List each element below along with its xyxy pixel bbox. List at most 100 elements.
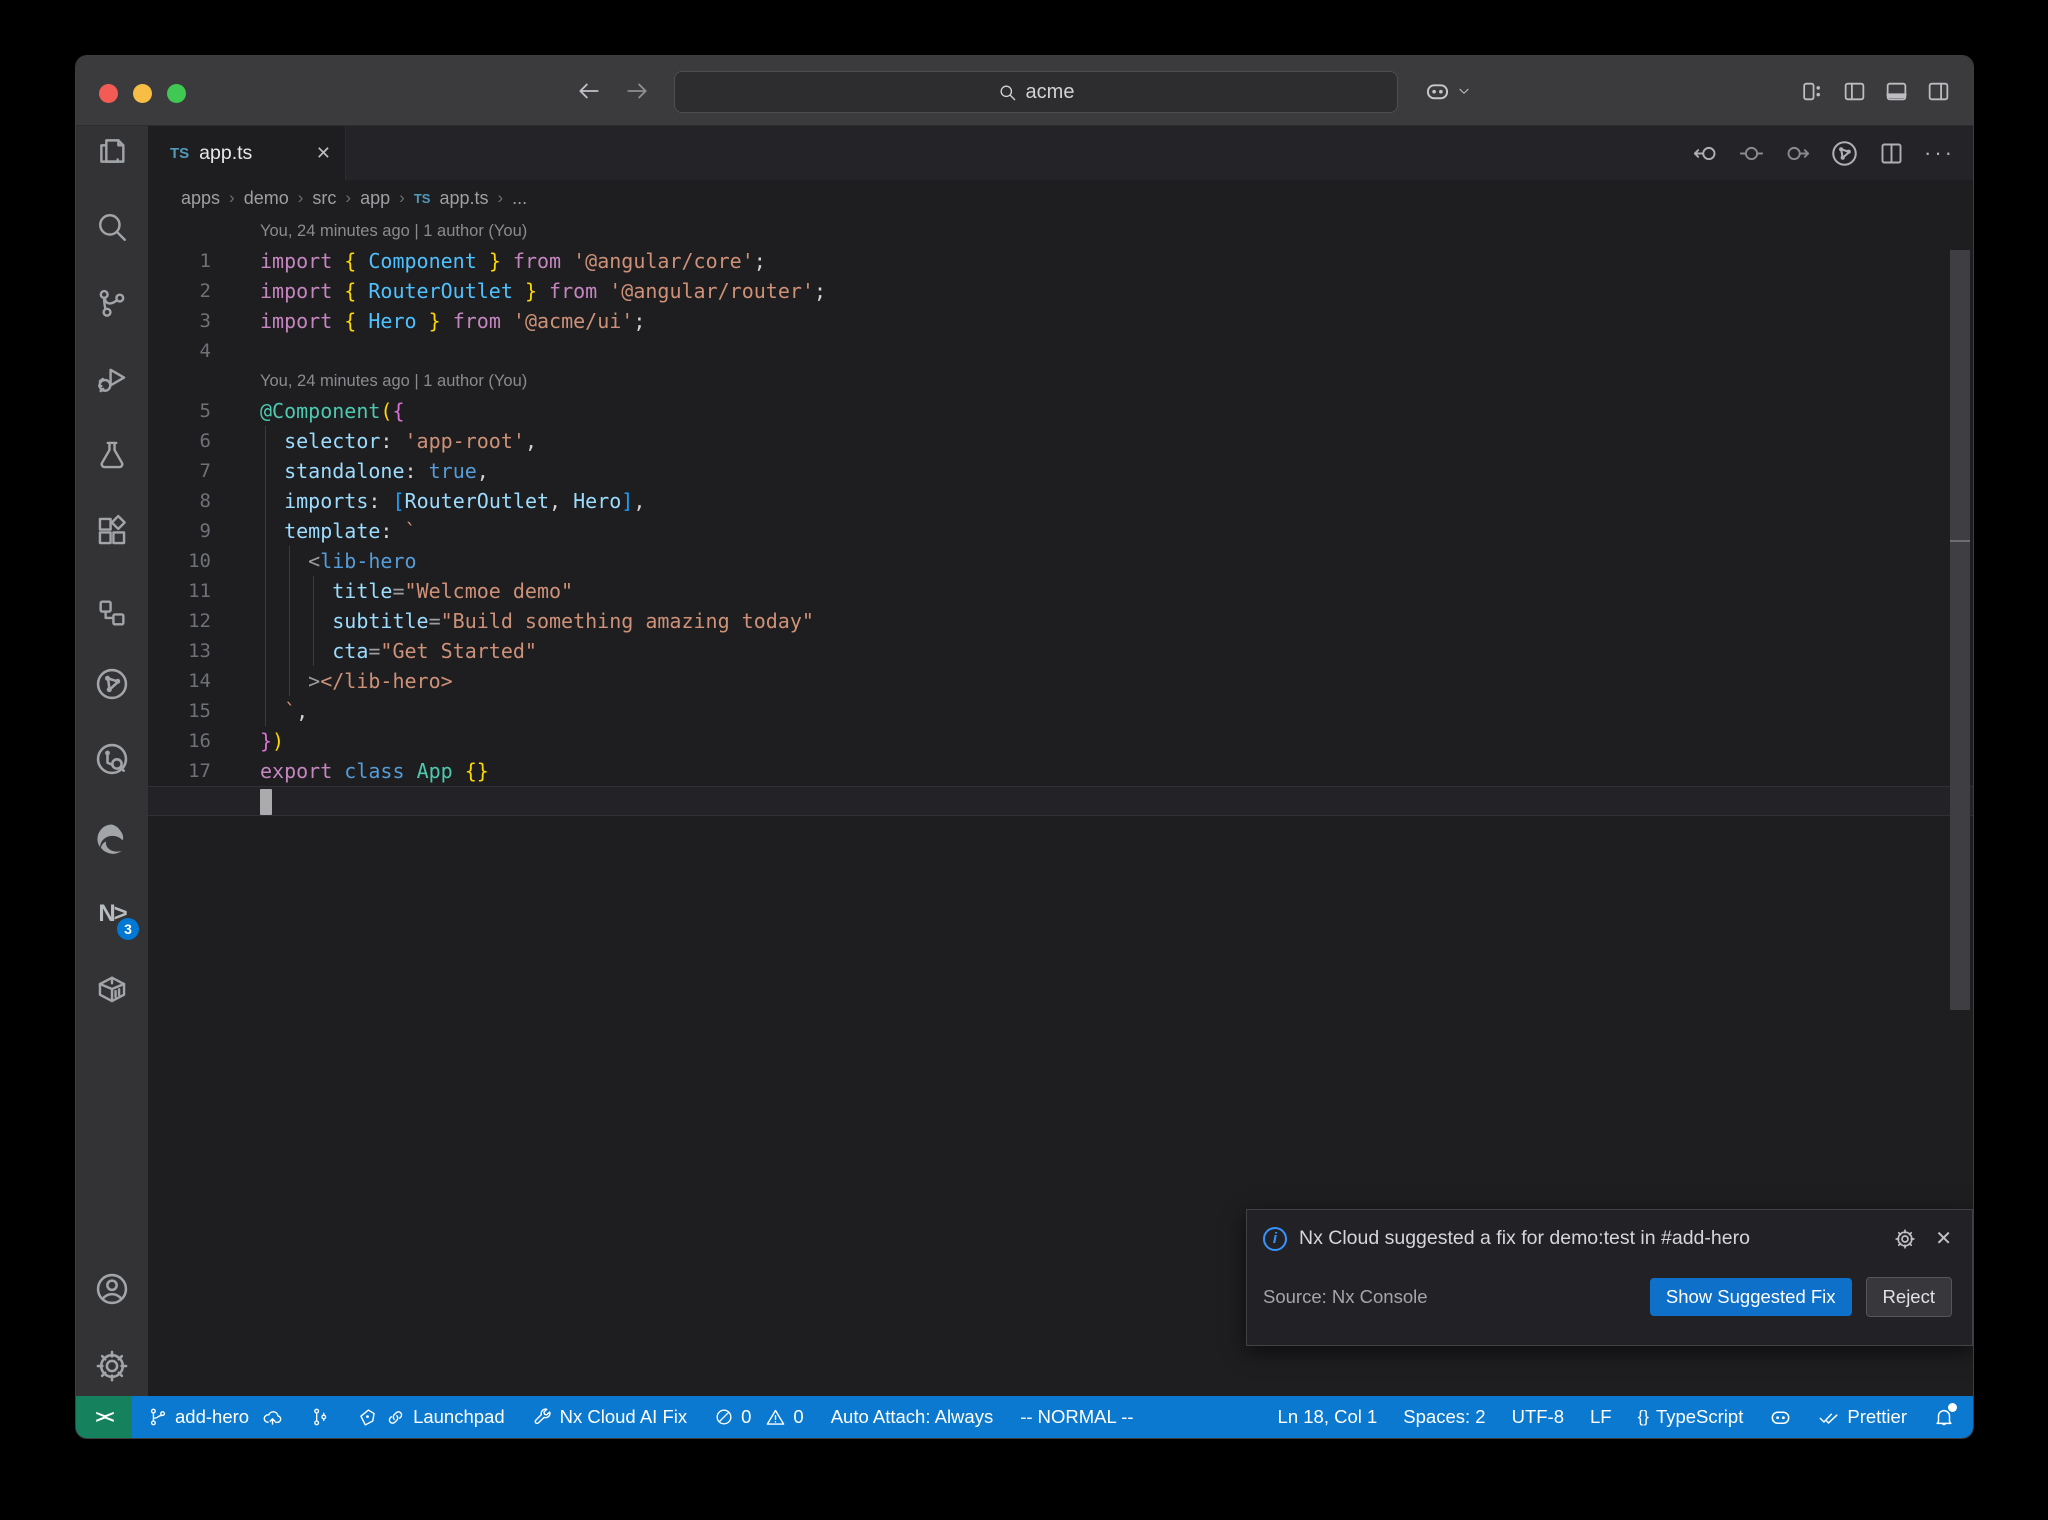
language-mode-status[interactable]: {} TypeScript — [1638, 1406, 1744, 1428]
info-icon: i — [1263, 1226, 1287, 1251]
nx-project-graph-icon[interactable] — [1830, 139, 1859, 168]
code-line[interactable]: selector: 'app-root', — [148, 426, 1973, 456]
errors-count: 0 — [741, 1406, 752, 1427]
chevron-right-icon: › — [229, 188, 235, 207]
code-line[interactable]: import { Component } from '@angular/core… — [148, 246, 1973, 276]
breadcrumb-item[interactable]: apps — [181, 188, 220, 209]
nx-console-icon[interactable]: N> 3 — [92, 894, 139, 940]
code-line[interactable]: import { Hero } from '@acme/ui'; — [148, 306, 1973, 336]
code-line[interactable]: <lib-hero — [148, 546, 1973, 576]
code-line[interactable]: @Component({ — [148, 396, 1973, 426]
nav-current-change-icon[interactable] — [1738, 140, 1765, 167]
vim-mode-status[interactable]: -- NORMAL -- — [1020, 1406, 1133, 1428]
code-line[interactable]: cta="Get Started" — [148, 636, 1973, 666]
split-editor-icon[interactable] — [1878, 140, 1905, 167]
remote-indicator[interactable]: >< — [76, 1396, 132, 1438]
toggle-secondary-sidebar-icon[interactable] — [1926, 79, 1951, 104]
history-forward-button[interactable] — [624, 78, 650, 104]
code-line[interactable]: template: ` — [148, 516, 1973, 546]
vscode-window: acme N> 3 TS app.ts ✕ ··· apps › demo › … — [75, 55, 1974, 1439]
accounts-icon[interactable] — [92, 1269, 132, 1309]
code-line[interactable]: }) — [148, 726, 1973, 756]
command-center-search[interactable]: acme — [674, 71, 1398, 113]
nav-previous-change-icon[interactable] — [1692, 140, 1719, 167]
copilot-menu-button[interactable] — [1424, 56, 1471, 126]
ms-edge-icon[interactable] — [92, 819, 132, 859]
copilot-status[interactable] — [1769, 1406, 1792, 1429]
extensions-icon[interactable] — [92, 511, 132, 551]
blame-annotation[interactable]: You, 24 minutes ago | 1 author (You) — [148, 216, 1973, 246]
explorer-icon[interactable] — [92, 131, 132, 171]
breadcrumb-item[interactable]: app — [360, 188, 390, 209]
reject-button[interactable]: Reject — [1865, 1277, 1952, 1317]
auto-attach-status[interactable]: Auto Attach: Always — [831, 1406, 993, 1428]
history-back-button[interactable] — [576, 78, 602, 104]
code-line[interactable] — [148, 336, 1973, 366]
blame-annotation[interactable]: You, 24 minutes ago | 1 author (You) — [148, 366, 1973, 396]
breadcrumb-file[interactable]: app.ts — [439, 188, 488, 209]
breadcrumb-item[interactable]: src — [312, 188, 336, 209]
formatter-status[interactable]: Prettier — [1818, 1406, 1907, 1428]
titlebar: acme — [76, 56, 1973, 126]
tab-bar: TS app.ts ✕ ··· — [148, 126, 1973, 180]
overview-ruler-marker — [1950, 540, 1970, 542]
indentation-status[interactable]: Spaces: 2 — [1403, 1406, 1485, 1428]
code-line[interactable]: subtitle="Build something amazing today" — [148, 606, 1973, 636]
code-line[interactable]: import { RouterOutlet } from '@angular/r… — [148, 276, 1973, 306]
show-suggested-fix-button[interactable]: Show Suggested Fix — [1649, 1278, 1852, 1316]
notification-message: Nx Cloud suggested a fix for demo:test i… — [1299, 1227, 1750, 1249]
containers-icon[interactable] — [92, 969, 132, 1009]
nav-next-change-icon[interactable] — [1784, 140, 1811, 167]
chevron-right-icon: › — [399, 188, 405, 207]
breadcrumb-tail[interactable]: ... — [512, 188, 527, 209]
notification-close-icon[interactable]: ✕ — [1935, 1226, 1952, 1251]
code-lines: You, 24 minutes ago | 1 author (You) impo… — [148, 216, 1973, 816]
problems-status[interactable]: 0 0 — [714, 1406, 804, 1428]
toggle-panel-icon[interactable] — [1884, 79, 1909, 104]
zoom-window-button[interactable] — [167, 84, 186, 103]
launchpad-status[interactable]: Launchpad — [357, 1406, 505, 1428]
activity-bar: N> 3 — [76, 126, 148, 1396]
source-control-graph-status[interactable] — [310, 1407, 330, 1427]
git-branch-status[interactable]: add-hero — [148, 1406, 283, 1428]
nx-console-badge: 3 — [117, 918, 139, 940]
code-line[interactable]: title="Welcmoe demo" — [148, 576, 1973, 606]
git-history-icon[interactable] — [92, 739, 132, 779]
close-tab-icon[interactable]: ✕ — [316, 143, 331, 164]
code-line[interactable]: `, — [148, 696, 1973, 726]
toggle-primary-sidebar-icon[interactable] — [1842, 79, 1867, 104]
code-line[interactable]: export class App {} — [148, 756, 1973, 786]
search-view-icon[interactable] — [92, 207, 132, 247]
breadcrumb-item[interactable]: demo — [244, 188, 289, 209]
tab-app-ts[interactable]: TS app.ts ✕ — [148, 126, 346, 180]
eol-status[interactable]: LF — [1590, 1406, 1612, 1428]
more-actions-icon[interactable]: ··· — [1924, 140, 1955, 166]
close-window-button[interactable] — [99, 84, 118, 103]
code-line[interactable] — [148, 786, 1973, 816]
testing-icon[interactable] — [92, 435, 132, 475]
notifications-bell-icon[interactable] — [1933, 1403, 1957, 1428]
source-control-icon[interactable] — [92, 283, 132, 323]
nx-graph-icon[interactable] — [92, 664, 132, 704]
search-icon — [998, 83, 1017, 102]
nx-cloud-fix-status[interactable]: Nx Cloud AI Fix — [532, 1406, 687, 1428]
minimize-window-button[interactable] — [133, 84, 152, 103]
chevron-right-icon: › — [497, 188, 504, 207]
breadcrumb: apps › demo › src › app › TS app.ts › ... — [148, 180, 1973, 216]
encoding-status[interactable]: UTF-8 — [1512, 1406, 1564, 1428]
settings-gear-icon[interactable] — [92, 1346, 132, 1386]
code-line[interactable]: ></lib-hero> — [148, 666, 1973, 696]
project-structure-icon[interactable] — [92, 593, 132, 633]
code-line[interactable]: imports: [RouterOutlet, Hero], — [148, 486, 1973, 516]
source-control-graph-icon — [310, 1407, 330, 1427]
editor-area: TS app.ts ✕ ··· apps › demo › src › app … — [148, 126, 1973, 1396]
notification-settings-gear-icon[interactable] — [1893, 1227, 1917, 1251]
code-line[interactable]: standalone: true, — [148, 456, 1973, 486]
cursor-position-status[interactable]: Ln 18, Col 1 — [1278, 1406, 1378, 1428]
run-debug-icon[interactable] — [92, 359, 132, 399]
double-check-icon — [1818, 1406, 1840, 1428]
notification-toast: i Nx Cloud suggested a fix for demo:test… — [1246, 1209, 1973, 1346]
main-area: N> 3 TS app.ts ✕ ··· apps › demo › src ›… — [76, 126, 1973, 1396]
scrollbar-thumb[interactable] — [1950, 250, 1970, 1010]
customize-layout-icon[interactable] — [1800, 79, 1825, 104]
